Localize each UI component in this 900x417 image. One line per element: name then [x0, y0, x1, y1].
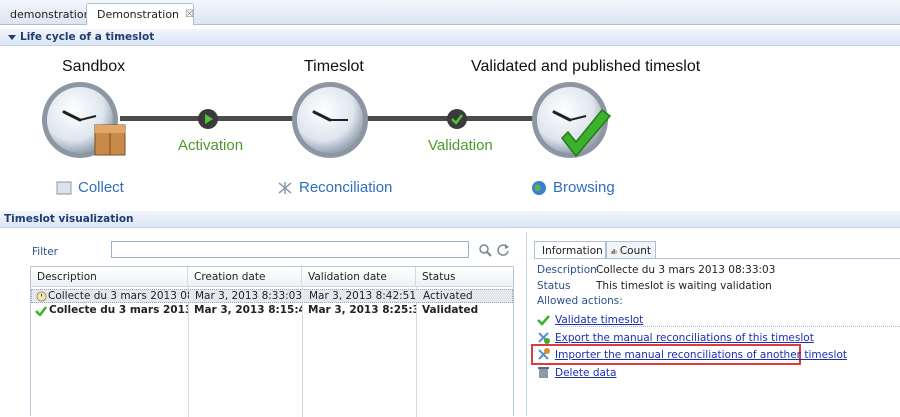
search-icon[interactable]: [478, 243, 492, 257]
cell-validation-date: Mar 3, 2013 8:25:38 ...: [308, 304, 416, 316]
filter-input[interactable]: [111, 241, 469, 258]
lifecycle-section-header[interactable]: Life cycle of a timeslot: [0, 29, 900, 46]
stage-title-sandbox: Sandbox: [62, 58, 126, 75]
export-reconciliations-action[interactable]: Export the manual reconciliations of thi…: [537, 331, 814, 344]
tab-demonstration[interactable]: Demonstration ☒: [86, 3, 194, 25]
tab-label: Count: [619, 244, 651, 257]
browsing-link-label: Browsing: [553, 179, 615, 196]
check-icon: [537, 315, 550, 326]
cell-validation-date: Mar 3, 2013 8:42:51 AM: [309, 290, 417, 302]
validated-clock-icon: [532, 82, 612, 158]
filter-label: Filter: [32, 246, 59, 258]
reconciliation-icon: [278, 181, 292, 194]
table-header: Description Creation date Validation dat…: [31, 267, 513, 287]
allowed-actions-label: Allowed actions:: [537, 295, 623, 307]
column-header-status[interactable]: Status: [416, 267, 513, 287]
visualization-section-header: Timeslot visualization: [0, 211, 900, 228]
delete-data-link[interactable]: Delete data: [555, 367, 617, 379]
tab-demonstration-db[interactable]: demonstration: [0, 3, 91, 25]
transition-label-validation: Validation: [428, 137, 493, 154]
cell-description: Collecte du 3 mars 2013 08:...: [49, 304, 188, 316]
tab-information[interactable]: Information: [534, 241, 606, 259]
play-icon: [198, 109, 218, 129]
reconciliation-link[interactable]: Reconciliation: [277, 179, 392, 196]
collapse-triangle-icon[interactable]: [8, 34, 16, 40]
tab-label: Demonstration: [97, 8, 180, 21]
timeslot-clock-icon: [292, 82, 368, 158]
transition-label-activation: Activation: [178, 137, 244, 154]
cell-creation-date: Mar 3, 2013 8:33:03 AM: [195, 290, 303, 302]
close-icon[interactable]: ☒: [185, 9, 194, 20]
section-title: Timeslot visualization: [4, 213, 134, 225]
trash-icon: [538, 367, 549, 378]
section-title: Life cycle of a timeslot: [20, 31, 155, 43]
panel-divider[interactable]: [526, 232, 527, 416]
column-header-validation-date[interactable]: Validation date: [302, 267, 416, 287]
tab-count[interactable]: Count: [606, 241, 656, 259]
export-icon: [538, 332, 550, 344]
tab-label: demonstration: [10, 7, 91, 21]
import-icon: [538, 348, 550, 360]
status-label: Status: [537, 280, 571, 292]
browsing-link[interactable]: Browsing: [531, 179, 615, 196]
timeslot-table: Description Creation date Validation dat…: [30, 266, 514, 417]
status-value: This timeslot is waiting validation: [596, 280, 772, 292]
column-header-creation-date[interactable]: Creation date: [188, 267, 302, 287]
delete-data-action[interactable]: Delete data: [537, 366, 617, 379]
check-icon: [447, 109, 467, 129]
reconciliation-link-label: Reconciliation: [299, 179, 393, 196]
description-value: Collecte du 3 mars 2013 08:33:03: [596, 264, 776, 276]
editor-tab-bar: demonstration Demonstration ☒: [0, 0, 900, 25]
column-header-description[interactable]: Description: [31, 267, 188, 287]
validate-timeslot-action[interactable]: Validate timeslot: [537, 313, 643, 326]
bar-chart-icon: [611, 248, 617, 254]
tab-underline: [534, 258, 900, 259]
import-reconciliations-action[interactable]: Importer the manual reconciliations of a…: [537, 348, 847, 361]
cell-description: Collecte du 3 mars 2013 08:33:...: [48, 290, 189, 302]
import-reconciliations-link[interactable]: Importer the manual reconciliations of a…: [555, 349, 847, 361]
tab-label: Information: [542, 244, 603, 257]
table-row[interactable]: Collecte du 3 mars 2013 08:33:... Mar 3,…: [31, 289, 513, 303]
globe-icon: [532, 180, 546, 195]
collect-link-label: Collect: [78, 179, 124, 196]
description-label: Description: [537, 264, 597, 276]
validate-timeslot-link[interactable]: Validate timeslot: [555, 314, 643, 326]
stage-title-validated: Validated and published timeslot: [471, 58, 701, 75]
cell-creation-date: Mar 3, 2013 8:15:43 ...: [194, 304, 302, 316]
cell-status: Validated: [422, 304, 479, 316]
table-row[interactable]: Collecte du 3 mars 2013 08:... Mar 3, 20…: [31, 304, 513, 318]
refresh-icon[interactable]: [496, 243, 510, 257]
separator: [560, 326, 900, 327]
sandbox-clock-icon: [42, 82, 126, 158]
stage-title-timeslot: Timeslot: [304, 58, 364, 75]
cell-status: Activated: [423, 290, 473, 302]
export-reconciliations-link[interactable]: Export the manual reconciliations of thi…: [555, 332, 814, 344]
collect-icon: [56, 181, 72, 194]
collect-link[interactable]: Collect: [56, 179, 124, 196]
